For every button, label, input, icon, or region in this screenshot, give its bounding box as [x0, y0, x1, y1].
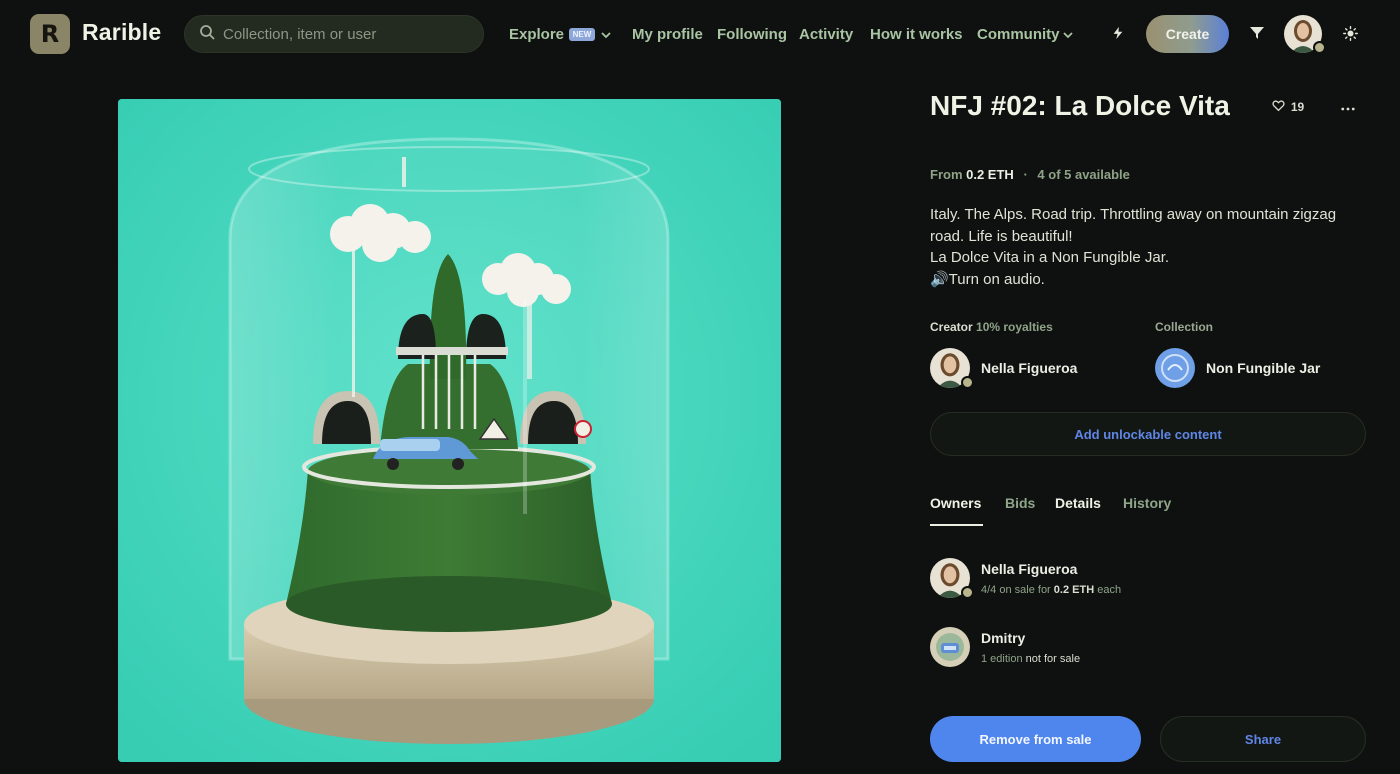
- nav-community[interactable]: Community: [977, 26, 1060, 43]
- owner-name[interactable]: Dmitry: [981, 630, 1025, 646]
- price-availability: From 0.2 ETH · 4 of 5 available: [930, 167, 1130, 182]
- rarible-logo[interactable]: R: [30, 14, 70, 54]
- lightning-icon[interactable]: [1107, 22, 1129, 44]
- owner-avatar[interactable]: [930, 627, 970, 667]
- item-price: 0.2 ETH: [966, 167, 1014, 182]
- nav-my-profile[interactable]: My profile: [632, 26, 703, 43]
- owner-sale-info: 4/4 on sale for 0.2 ETH each: [981, 584, 1121, 596]
- nav-following[interactable]: Following: [717, 26, 787, 43]
- owner-status: not for sale: [1025, 653, 1081, 665]
- description-line: Italy. The Alps. Road trip. Throttling a…: [930, 206, 1337, 223]
- logo-glyph: R: [40, 20, 60, 48]
- nav-explore[interactable]: Explore: [509, 26, 564, 43]
- description-line: La Dolce Vita in a Non Fungible Jar.: [930, 249, 1170, 266]
- creator-name[interactable]: Nella Figueroa: [981, 360, 1077, 376]
- chevron-down-icon[interactable]: [1062, 28, 1074, 40]
- nav-activity[interactable]: Activity: [799, 26, 853, 43]
- add-unlockable-button[interactable]: Add unlockable content: [930, 412, 1366, 456]
- tab-details[interactable]: Details: [1055, 495, 1101, 511]
- owner-price: 0.2 ETH: [1053, 584, 1095, 596]
- filter-icon[interactable]: [1246, 22, 1268, 44]
- royalties-text: 10% royalties: [976, 320, 1053, 334]
- like-button[interactable]: 19: [1262, 94, 1314, 120]
- share-button[interactable]: Share: [1160, 716, 1366, 762]
- collection-avatar[interactable]: [1155, 348, 1195, 388]
- active-tab-indicator: [930, 524, 983, 526]
- owner-edition-info: 1 edition not for sale: [981, 653, 1080, 665]
- create-button[interactable]: Create: [1146, 15, 1229, 53]
- chevron-down-icon[interactable]: [600, 28, 612, 40]
- heart-icon: [1272, 99, 1285, 115]
- new-badge: NEW: [569, 28, 595, 41]
- description-line: road. Life is beautiful!: [930, 227, 1073, 245]
- remove-from-sale-button[interactable]: Remove from sale: [930, 716, 1141, 762]
- collection-label: Collection: [1155, 320, 1214, 334]
- tab-history[interactable]: History: [1123, 495, 1171, 511]
- search-bar[interactable]: [184, 15, 484, 53]
- owner-name[interactable]: Nella Figueroa: [981, 561, 1077, 577]
- more-dots-icon: [1341, 98, 1355, 116]
- nav-how-it-works[interactable]: How it works: [870, 26, 963, 43]
- availability: 4 of 5 available: [1037, 167, 1130, 182]
- tab-owners[interactable]: Owners: [930, 495, 981, 511]
- brand-name[interactable]: Rarible: [82, 19, 161, 46]
- description-line: 🔊Turn on audio.: [930, 270, 1045, 288]
- owner-editions: 1 edition: [981, 653, 1023, 665]
- search-input[interactable]: [223, 25, 463, 43]
- price-prefix: From: [930, 167, 963, 182]
- tab-bids[interactable]: Bids: [1005, 495, 1035, 511]
- creator-label-row: Creator 10% royalties: [930, 320, 1053, 334]
- sun-icon[interactable]: [1339, 22, 1361, 44]
- owner-quantity: 4/4: [981, 584, 997, 596]
- more-options-button[interactable]: [1334, 94, 1362, 120]
- verified-badge-icon: [1313, 41, 1326, 54]
- item-title: NFJ #02: La Dolce Vita: [930, 90, 1230, 121]
- on-sale-text: on sale for: [999, 584, 1051, 596]
- top-navbar: R Rarible Explore NEW My profile Followi…: [0, 0, 1400, 68]
- each-text: each: [1097, 584, 1122, 596]
- creator-label: Creator: [930, 320, 973, 334]
- verified-badge-icon: [961, 376, 974, 389]
- meta-separator: ·: [1023, 167, 1028, 182]
- item-description: Italy. The Alps. Road trip. Throttling a…: [930, 204, 1360, 290]
- collection-name[interactable]: Non Fungible Jar: [1206, 360, 1320, 376]
- item-tabs: Owners Bids Details History: [930, 495, 1366, 527]
- nft-artwork-image[interactable]: [118, 99, 781, 762]
- verified-badge-icon: [961, 586, 974, 599]
- search-icon: [199, 24, 215, 45]
- like-count: 19: [1290, 100, 1305, 114]
